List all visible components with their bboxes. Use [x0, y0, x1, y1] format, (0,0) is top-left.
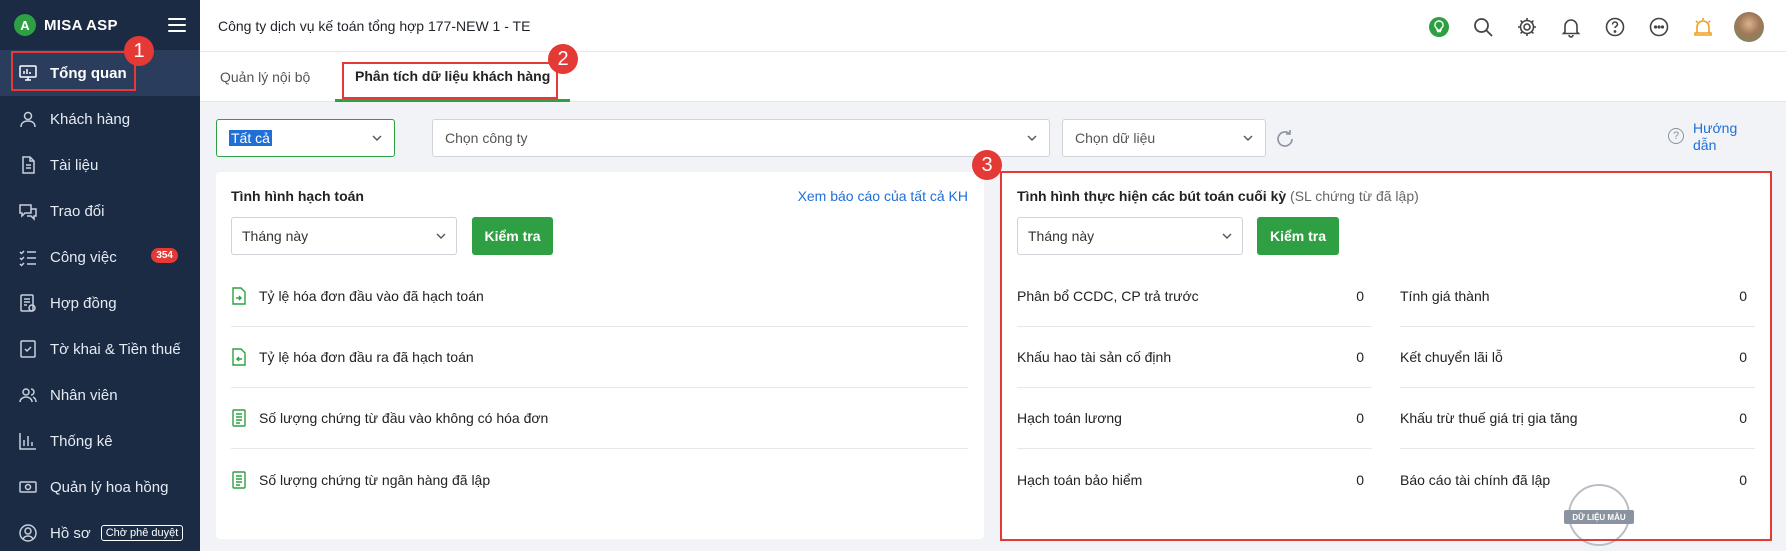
- company-title: Công ty dịch vụ kế toán tổng hợp 177-NEW…: [218, 17, 531, 34]
- more-icon[interactable]: [1646, 14, 1672, 40]
- sidebar-item-label: Hồ sơ: [50, 524, 91, 542]
- check-button[interactable]: Kiểm tra: [472, 217, 553, 255]
- commission-icon: [19, 481, 37, 493]
- sidebar-item-label: Khách hàng: [50, 110, 131, 128]
- callout-number-3: 3: [972, 150, 1002, 180]
- sidebar-item-profile[interactable]: Hồ sơ Chờ phê duyệt: [0, 510, 200, 551]
- help-icon[interactable]: [1602, 14, 1628, 40]
- highlight-box-2: [342, 62, 558, 99]
- sidebar-item-label: Nhân viên: [50, 386, 118, 404]
- contract-icon: [20, 294, 36, 312]
- avatar[interactable]: [1734, 12, 1764, 42]
- sidebar-item-label: Hợp đồng: [50, 294, 117, 312]
- highlight-box-3: [1000, 171, 1772, 541]
- company-select[interactable]: Chọn công ty: [432, 119, 1050, 157]
- customer-group-value: Tất cả: [229, 130, 272, 146]
- tab-label: Quản lý nội bộ: [220, 69, 311, 85]
- chevron-down-icon: [436, 233, 446, 239]
- top-header: Công ty dịch vụ kế toán tổng hợp 177-NEW…: [200, 0, 1786, 52]
- report-row[interactable]: Tỷ lệ hóa đơn đầu ra đã hạch toán: [231, 327, 968, 388]
- sidebar-item-tax[interactable]: Tờ khai & Tiền thuế: [0, 326, 200, 372]
- tab-internal-management[interactable]: Quản lý nội bộ: [220, 52, 310, 102]
- sidebar-item-contracts[interactable]: Hợp đồng: [0, 280, 200, 326]
- sidebar-item-label: Thống kê: [50, 432, 113, 450]
- announcement-icon[interactable]: [1690, 14, 1716, 40]
- bank-voucher-icon: [232, 470, 246, 489]
- tax-form-icon: [20, 340, 36, 358]
- statistics-icon: [19, 433, 36, 450]
- report-row-label: Tỷ lệ hóa đơn đầu vào đã hạch toán: [259, 288, 484, 304]
- view-all-customers-report-link[interactable]: Xem báo cáo của tất cả KH: [798, 188, 968, 204]
- question-icon: ?: [1668, 128, 1684, 144]
- sidebar-item-statistics[interactable]: Thống kê: [0, 418, 200, 464]
- period-select[interactable]: Tháng này: [231, 217, 457, 255]
- callout-number-1: 1: [124, 36, 154, 66]
- help-label-line1: Hướng: [1693, 120, 1738, 136]
- app-title: MISA ASP: [44, 16, 118, 34]
- help-guide-label: Hướng dẫn: [1693, 120, 1737, 154]
- data-select-placeholder: Chọn dữ liệu: [1075, 130, 1156, 146]
- document-icon: [22, 156, 35, 174]
- invoice-in-icon: [232, 287, 246, 305]
- help-label-line2: dẫn: [1693, 137, 1717, 153]
- gear-icon[interactable]: [1514, 14, 1540, 40]
- sidebar-item-commission[interactable]: Quản lý hoa hồng: [0, 464, 200, 510]
- search-icon[interactable]: [1470, 14, 1496, 40]
- sidebar-item-label: Tờ khai & Tiền thuế: [50, 340, 181, 358]
- sidebar-item-discussion[interactable]: Trao đổi: [0, 188, 200, 234]
- profile-icon: [19, 524, 37, 542]
- report-row[interactable]: Số lượng chứng từ ngân hàng đã lập: [231, 449, 968, 510]
- sidebar-item-tasks[interactable]: Công việc 354: [0, 234, 200, 280]
- refresh-icon[interactable]: [1274, 128, 1296, 150]
- chevron-down-icon: [372, 135, 382, 141]
- sidebar-item-label: Trao đổi: [50, 202, 105, 220]
- callout-number-2: 2: [548, 44, 578, 74]
- staff-icon: [19, 388, 37, 403]
- tasks-count-badge: 354: [151, 248, 178, 263]
- invoice-out-icon: [232, 348, 246, 366]
- sidebar-item-customers[interactable]: Khách hàng: [0, 96, 200, 142]
- header-icons: [1426, 12, 1764, 42]
- report-row[interactable]: Số lượng chứng từ đầu vào không có hóa đ…: [231, 388, 968, 449]
- data-select[interactable]: Chọn dữ liệu: [1062, 119, 1266, 157]
- report-row-label: Số lượng chứng từ đầu vào không có hóa đ…: [259, 410, 549, 426]
- sidebar-item-label: Công việc: [50, 248, 117, 266]
- hamburger-menu-icon[interactable]: [168, 18, 186, 32]
- sidebar-item-label: Quản lý hoa hồng: [50, 478, 169, 496]
- report-row[interactable]: Tỷ lệ hóa đơn đầu vào đã hạch toán: [231, 266, 968, 327]
- customer-group-select[interactable]: Tất cả: [216, 119, 395, 157]
- lightbulb-icon[interactable]: [1426, 14, 1452, 40]
- voucher-icon: [232, 409, 246, 427]
- help-guide-link[interactable]: ? Hướng dẫn: [1668, 120, 1737, 154]
- misa-logo-icon[interactable]: A: [14, 14, 36, 36]
- report-row-label: Số lượng chứng từ ngân hàng đã lập: [259, 471, 491, 488]
- sidebar-item-label: Tài liệu: [50, 156, 99, 174]
- highlight-box-1: [11, 51, 136, 91]
- period-value: Tháng này: [242, 228, 309, 244]
- chat-icon: [19, 204, 37, 221]
- company-select-placeholder: Chọn công ty: [445, 130, 528, 146]
- sidebar-item-documents[interactable]: Tài liệu: [0, 142, 200, 188]
- sidebar-nav: Tổng quan Khách hàng Tài liệu Trao đổi C…: [0, 50, 200, 551]
- user-icon: [20, 111, 36, 128]
- chevron-down-icon: [1027, 135, 1037, 141]
- logo-row: A MISA ASP: [0, 0, 200, 50]
- sidebar-item-staff[interactable]: Nhân viên: [0, 372, 200, 418]
- profile-status-chip: Chờ phê duyệt: [100, 525, 184, 541]
- panel-title: Tình hình hạch toán: [231, 188, 364, 204]
- bell-icon[interactable]: [1558, 14, 1584, 40]
- chevron-down-icon: [1243, 135, 1253, 141]
- checklist-icon: [19, 250, 36, 267]
- report-row-label: Tỷ lệ hóa đơn đầu ra đã hạch toán: [259, 349, 474, 365]
- accounting-status-panel: Tình hình hạch toán Xem báo cáo của tất …: [216, 172, 984, 539]
